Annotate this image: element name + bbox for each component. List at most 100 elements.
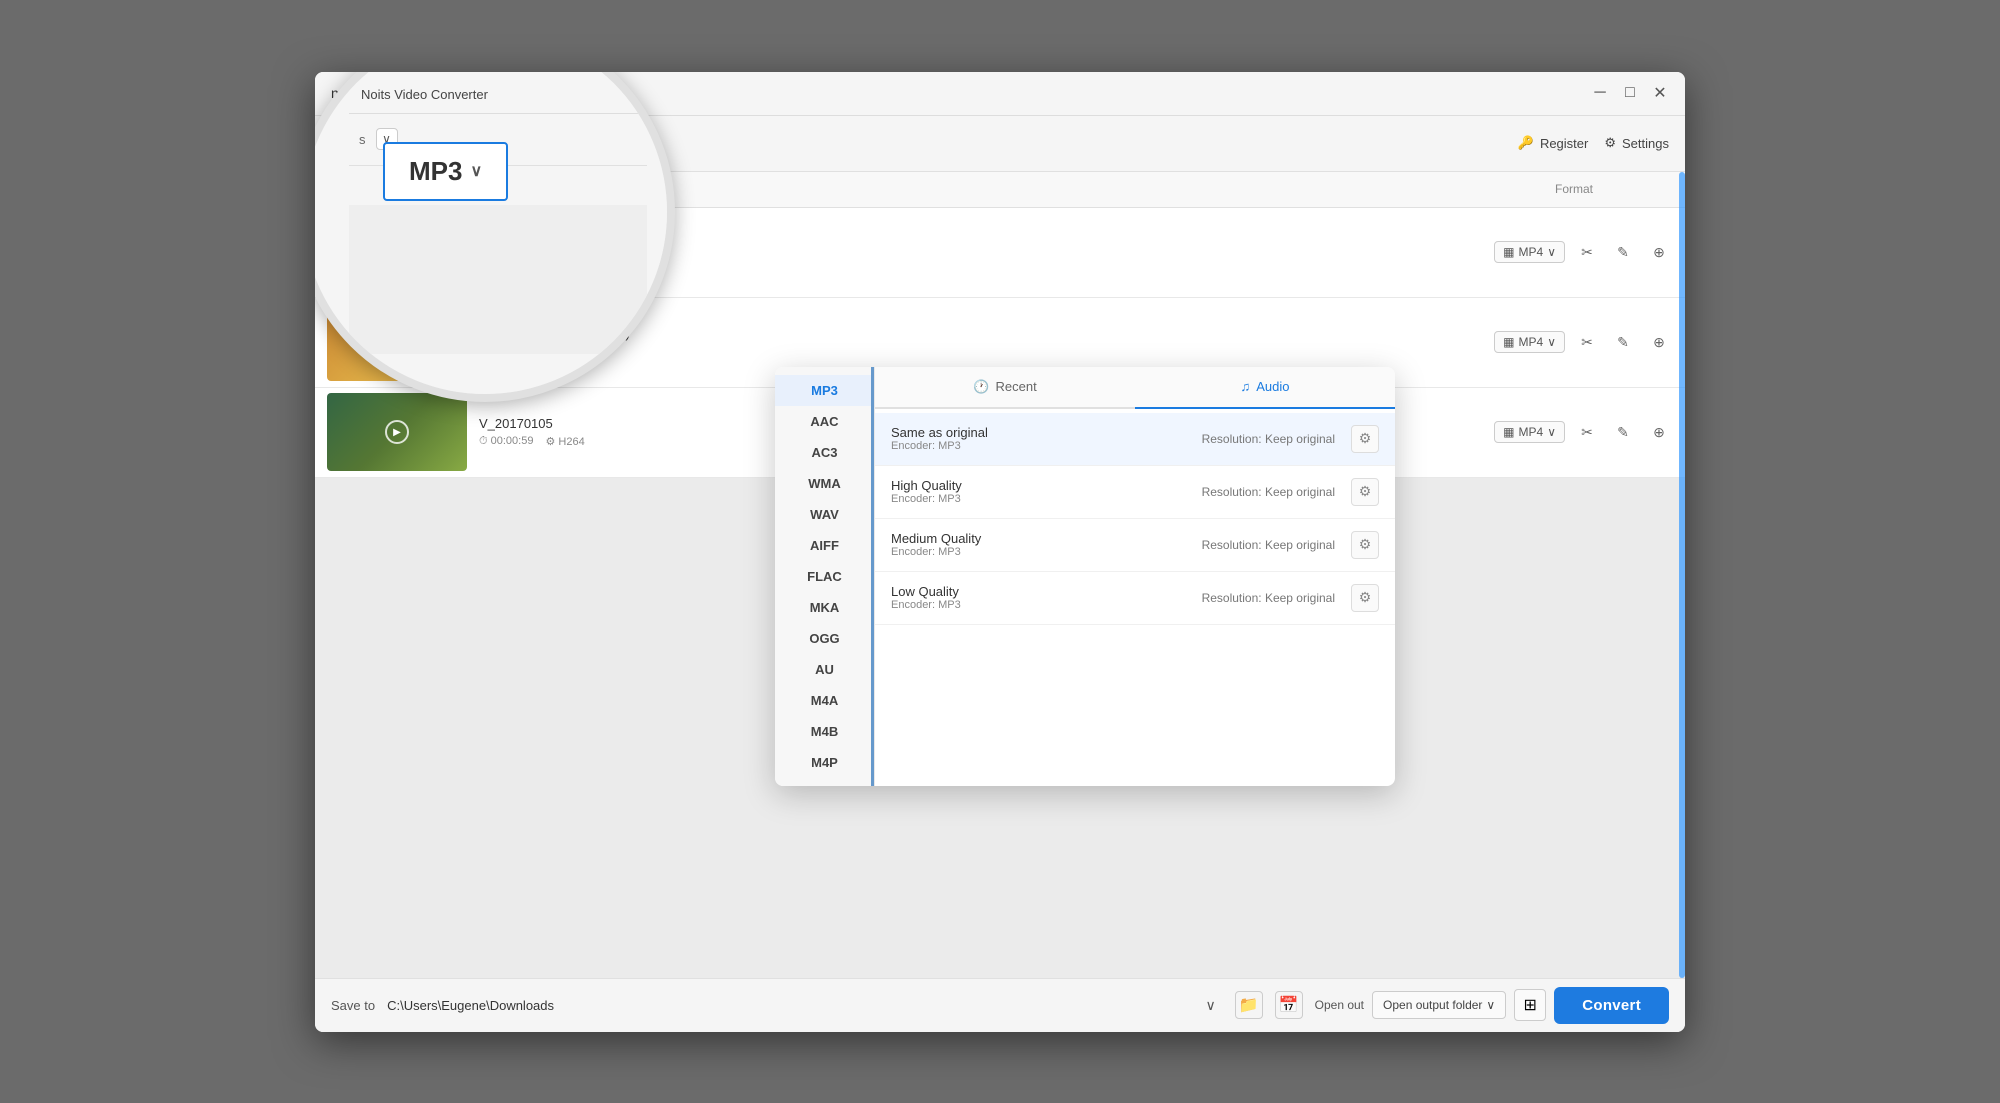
refresh-button[interactable]: ↺ (331, 123, 371, 163)
format-sidebar-item-m4p[interactable]: M4P (775, 747, 874, 778)
music-icon: ♫ (1241, 379, 1251, 394)
tab-recent[interactable]: 🕐 Recent (875, 367, 1135, 407)
duration-icon-1: ⏱ 00:00:07 (479, 255, 533, 268)
quality-name-3: Medium Quality (891, 531, 1202, 546)
quality-encoder-2: Encoder: MP3 (891, 493, 1202, 505)
bottom-actions: Open out Open output folder ∨ ⊞ Convert (1315, 987, 1669, 1024)
quality-encoder-4: Encoder: MP3 (891, 599, 1202, 611)
cut-icon-3[interactable]: ✂ (1573, 418, 1601, 446)
open-output-dropdown[interactable]: Open output folder ∨ (1372, 991, 1506, 1019)
edit-icon-3[interactable]: ✎ (1609, 418, 1637, 446)
save-to-label: Save to (331, 998, 375, 1013)
open-output-label: Open out (1315, 998, 1364, 1012)
close-button[interactable]: ✕ (1651, 84, 1669, 102)
title-bar: nverter ─ □ ✕ (315, 72, 1685, 116)
quality-resolution-3: Resolution: Keep original (1202, 538, 1335, 552)
list-item[interactable]: Same as original Encoder: MP3 Resolution… (875, 413, 1395, 466)
quality-info-2: High Quality Encoder: MP3 (891, 478, 1202, 505)
quality-gear-3[interactable]: ⚙ (1351, 531, 1379, 559)
list-header: Name Format (315, 172, 1685, 208)
grid-view-button[interactable]: ⊞ (1514, 989, 1546, 1021)
format-sidebar-item-au[interactable]: AU (775, 654, 874, 685)
quality-encoder-1: Encoder: MP3 (891, 440, 1202, 452)
select-all-checkbox[interactable] (327, 181, 343, 197)
calendar-icon-button[interactable]: 📅 (1275, 991, 1303, 1019)
format-sidebar-item-ogg[interactable]: OGG (775, 623, 874, 654)
format-label-2: MP4 (1519, 335, 1544, 349)
check-button[interactable]: ✓ (383, 123, 423, 163)
quality-name-2: High Quality (891, 478, 1202, 493)
codec-2: ⚙ H264 (545, 345, 584, 358)
thumbnail-2: ▶ (327, 303, 467, 381)
cut-icon-2[interactable]: ✂ (1573, 328, 1601, 356)
open-output-folder-label: Open output folder (1383, 998, 1482, 1012)
quality-info-1: Same as original Encoder: MP3 (891, 425, 1202, 452)
edit-icon-1[interactable]: ✎ (1609, 238, 1637, 266)
toolbar: ↺ ✓ 🔑 Register ⚙ Settings (315, 116, 1685, 172)
play-button-2[interactable]: ▶ (385, 330, 409, 354)
edit-icon-2[interactable]: ✎ (1609, 328, 1637, 356)
list-item[interactable]: Medium Quality Encoder: MP3 Resolution: … (875, 519, 1395, 572)
check-icon: ✓ (395, 133, 410, 154)
video-actions-2: ▦ MP4 ∨ ✂ ✎ ⊕ (1494, 328, 1673, 356)
settings-label: Settings (1622, 136, 1669, 151)
play-button-1[interactable]: ▶ (385, 240, 409, 264)
window-controls: ─ □ ✕ (1591, 84, 1669, 102)
sidebar-scrollbar[interactable] (871, 367, 874, 786)
format-sidebar-item-m4b[interactable]: M4B (775, 716, 874, 747)
thumb-overlay-3: ▶ (327, 393, 467, 471)
settings-button[interactable]: ⚙ Settings (1604, 135, 1669, 151)
settings-icon-1[interactable]: ⊕ (1645, 238, 1673, 266)
maximize-button[interactable]: □ (1621, 84, 1639, 102)
quality-resolution-4: Resolution: Keep original (1202, 591, 1335, 605)
video-title-2: Untitled-1080-_011019 (1) (479, 326, 1482, 341)
quality-gear-2[interactable]: ⚙ (1351, 478, 1379, 506)
tab-audio-label: Audio (1256, 379, 1289, 394)
minimize-button[interactable]: ─ (1591, 84, 1609, 102)
format-col-header: Format (1555, 182, 1593, 196)
quality-name-4: Low Quality (891, 584, 1202, 599)
format-sidebar-item-flac[interactable]: FLAC (775, 561, 874, 592)
format-sidebar-item-mka[interactable]: MKA (775, 592, 874, 623)
format-label-1: MP4 (1519, 245, 1544, 259)
format-sidebar-item-m4a[interactable]: M4A (775, 685, 874, 716)
settings-icon-3[interactable]: ⊕ (1645, 418, 1673, 446)
gear-icon: ⚙ (1604, 135, 1616, 151)
grid-icon-1: ▦ (1503, 245, 1514, 259)
format-sidebar-item-wma[interactable]: WMA (775, 468, 874, 499)
register-label: Register (1540, 136, 1588, 151)
duration-icon-2: ⏱ 00:00:11 (479, 345, 533, 358)
format-sidebar-item-aac[interactable]: AAC (775, 406, 874, 437)
format-selector-3[interactable]: ▦ MP4 ∨ (1494, 421, 1565, 443)
quality-gear-1[interactable]: ⚙ (1351, 425, 1379, 453)
quality-info-3: Medium Quality Encoder: MP3 (891, 531, 1202, 558)
format-sidebar-item-aiff[interactable]: AIFF (775, 530, 874, 561)
list-item[interactable]: Low Quality Encoder: MP3 Resolution: Kee… (875, 572, 1395, 625)
dropdown-arrow-1: ∨ (1547, 245, 1556, 259)
list-item[interactable]: High Quality Encoder: MP3 Resolution: Ke… (875, 466, 1395, 519)
dropdown-arrow-2: ∨ (1547, 335, 1556, 349)
thumb-overlay-1: ▶ (327, 213, 467, 291)
convert-button[interactable]: Convert (1554, 987, 1669, 1024)
refresh-icon: ↺ (343, 133, 358, 154)
quality-gear-4[interactable]: ⚙ (1351, 584, 1379, 612)
format-selector-2[interactable]: ▦ MP4 ∨ (1494, 331, 1565, 353)
format-sidebar-item-wav[interactable]: WAV (775, 499, 874, 530)
tab-audio[interactable]: ♫ Audio (1135, 367, 1395, 409)
format-panel: 🕐 Recent ♫ Audio Same as original Enco (875, 367, 1395, 786)
register-button[interactable]: 🔑 Register (1518, 135, 1589, 151)
scrollbar[interactable] (1679, 172, 1685, 978)
dropdown-arrow-bottom[interactable]: ∨ (1199, 993, 1223, 1017)
thumbnail-1: ▶ (327, 213, 467, 291)
play-button-3[interactable]: ▶ (385, 420, 409, 444)
format-sidebar-item-ac3[interactable]: AC3 (775, 437, 874, 468)
cut-icon-1[interactable]: ✂ (1573, 238, 1601, 266)
name-col-header: Name (501, 182, 533, 196)
format-selector-1[interactable]: ▦ MP4 ∨ (1494, 241, 1565, 263)
folder-icon-button[interactable]: 📁 (1235, 991, 1263, 1019)
quality-encoder-3: Encoder: MP3 (891, 546, 1202, 558)
settings-icon-2[interactable]: ⊕ (1645, 328, 1673, 356)
video-meta-2: ⏱ 00:00:11 ⚙ H264 (479, 345, 1482, 358)
format-sidebar-item-mp3[interactable]: MP3 (775, 375, 874, 406)
dropdown-arrow-3: ∨ (1547, 425, 1556, 439)
